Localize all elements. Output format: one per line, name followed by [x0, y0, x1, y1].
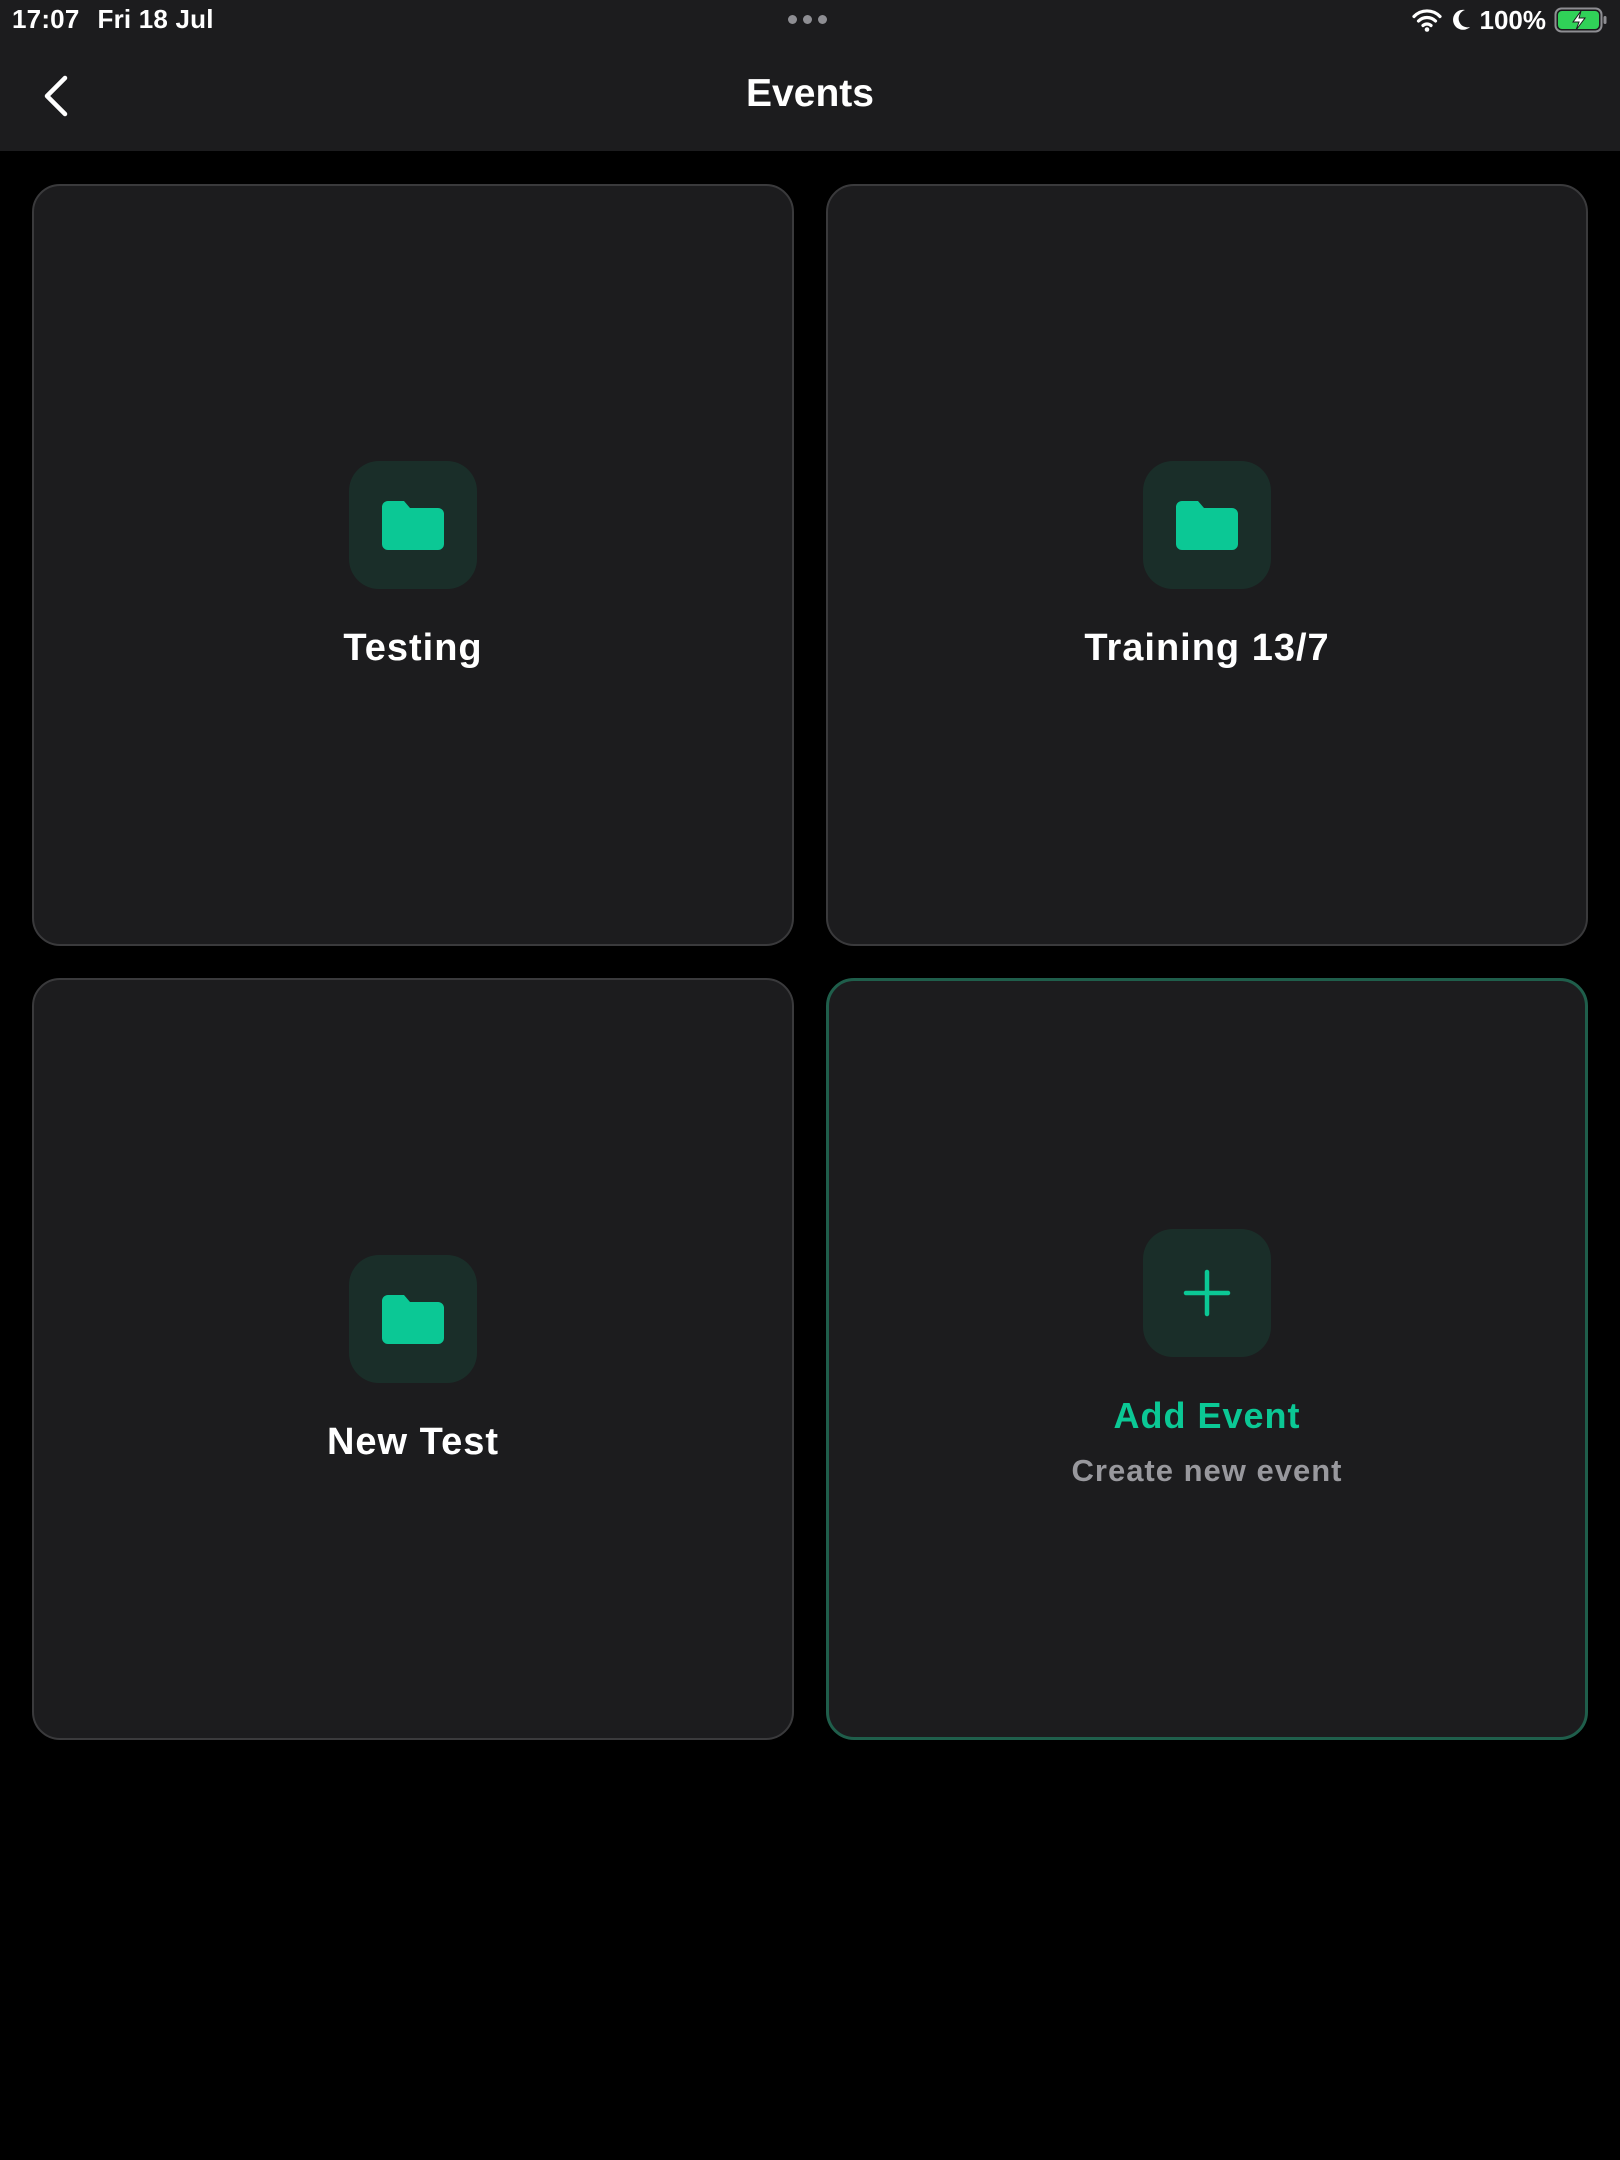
multitasking-dot	[788, 15, 797, 24]
status-left: 17:07 Fri 18 Jul	[12, 4, 214, 35]
events-grid: Testing Training 13/7 New Test Add Event…	[32, 184, 1588, 1740]
add-event-title: Add Event	[1113, 1395, 1301, 1436]
event-icon-tile	[349, 460, 477, 589]
add-icon-tile	[1143, 1229, 1271, 1357]
battery-charging-icon	[1554, 7, 1607, 33]
event-icon-tile	[1143, 460, 1271, 589]
event-title: Training 13/7	[1084, 626, 1330, 669]
event-title: New Test	[326, 1420, 499, 1463]
event-card-training[interactable]: Training 13/7	[826, 184, 1588, 946]
status-time: 17:07	[12, 4, 80, 34]
multitasking-handle[interactable]	[788, 15, 827, 24]
multitasking-dot	[803, 15, 812, 24]
plus-icon	[1183, 1269, 1231, 1317]
navigation-bar: Events	[0, 40, 1620, 151]
add-event-card[interactable]: Add Event Create new event	[826, 978, 1588, 1740]
event-icon-tile	[349, 1254, 477, 1383]
multitasking-dot	[818, 15, 827, 24]
moon-icon	[1452, 9, 1470, 30]
status-right: 100%	[1411, 4, 1609, 36]
folder-icon	[382, 1294, 444, 1344]
add-event-subtitle: Create new event	[1071, 1453, 1343, 1488]
event-card-new-test[interactable]: New Test	[32, 978, 794, 1740]
page-title: Events	[746, 72, 874, 115]
folder-icon	[382, 500, 444, 550]
event-card-testing[interactable]: Testing	[32, 184, 794, 946]
battery-percentage: 100%	[1479, 4, 1547, 35]
folder-icon	[1176, 500, 1238, 550]
wifi-icon	[1411, 9, 1442, 32]
status-bar: 17:07 Fri 18 Jul 100%	[0, 0, 1620, 40]
status-date: Fri 18 Jul	[97, 4, 214, 34]
event-title: Testing	[343, 626, 483, 669]
